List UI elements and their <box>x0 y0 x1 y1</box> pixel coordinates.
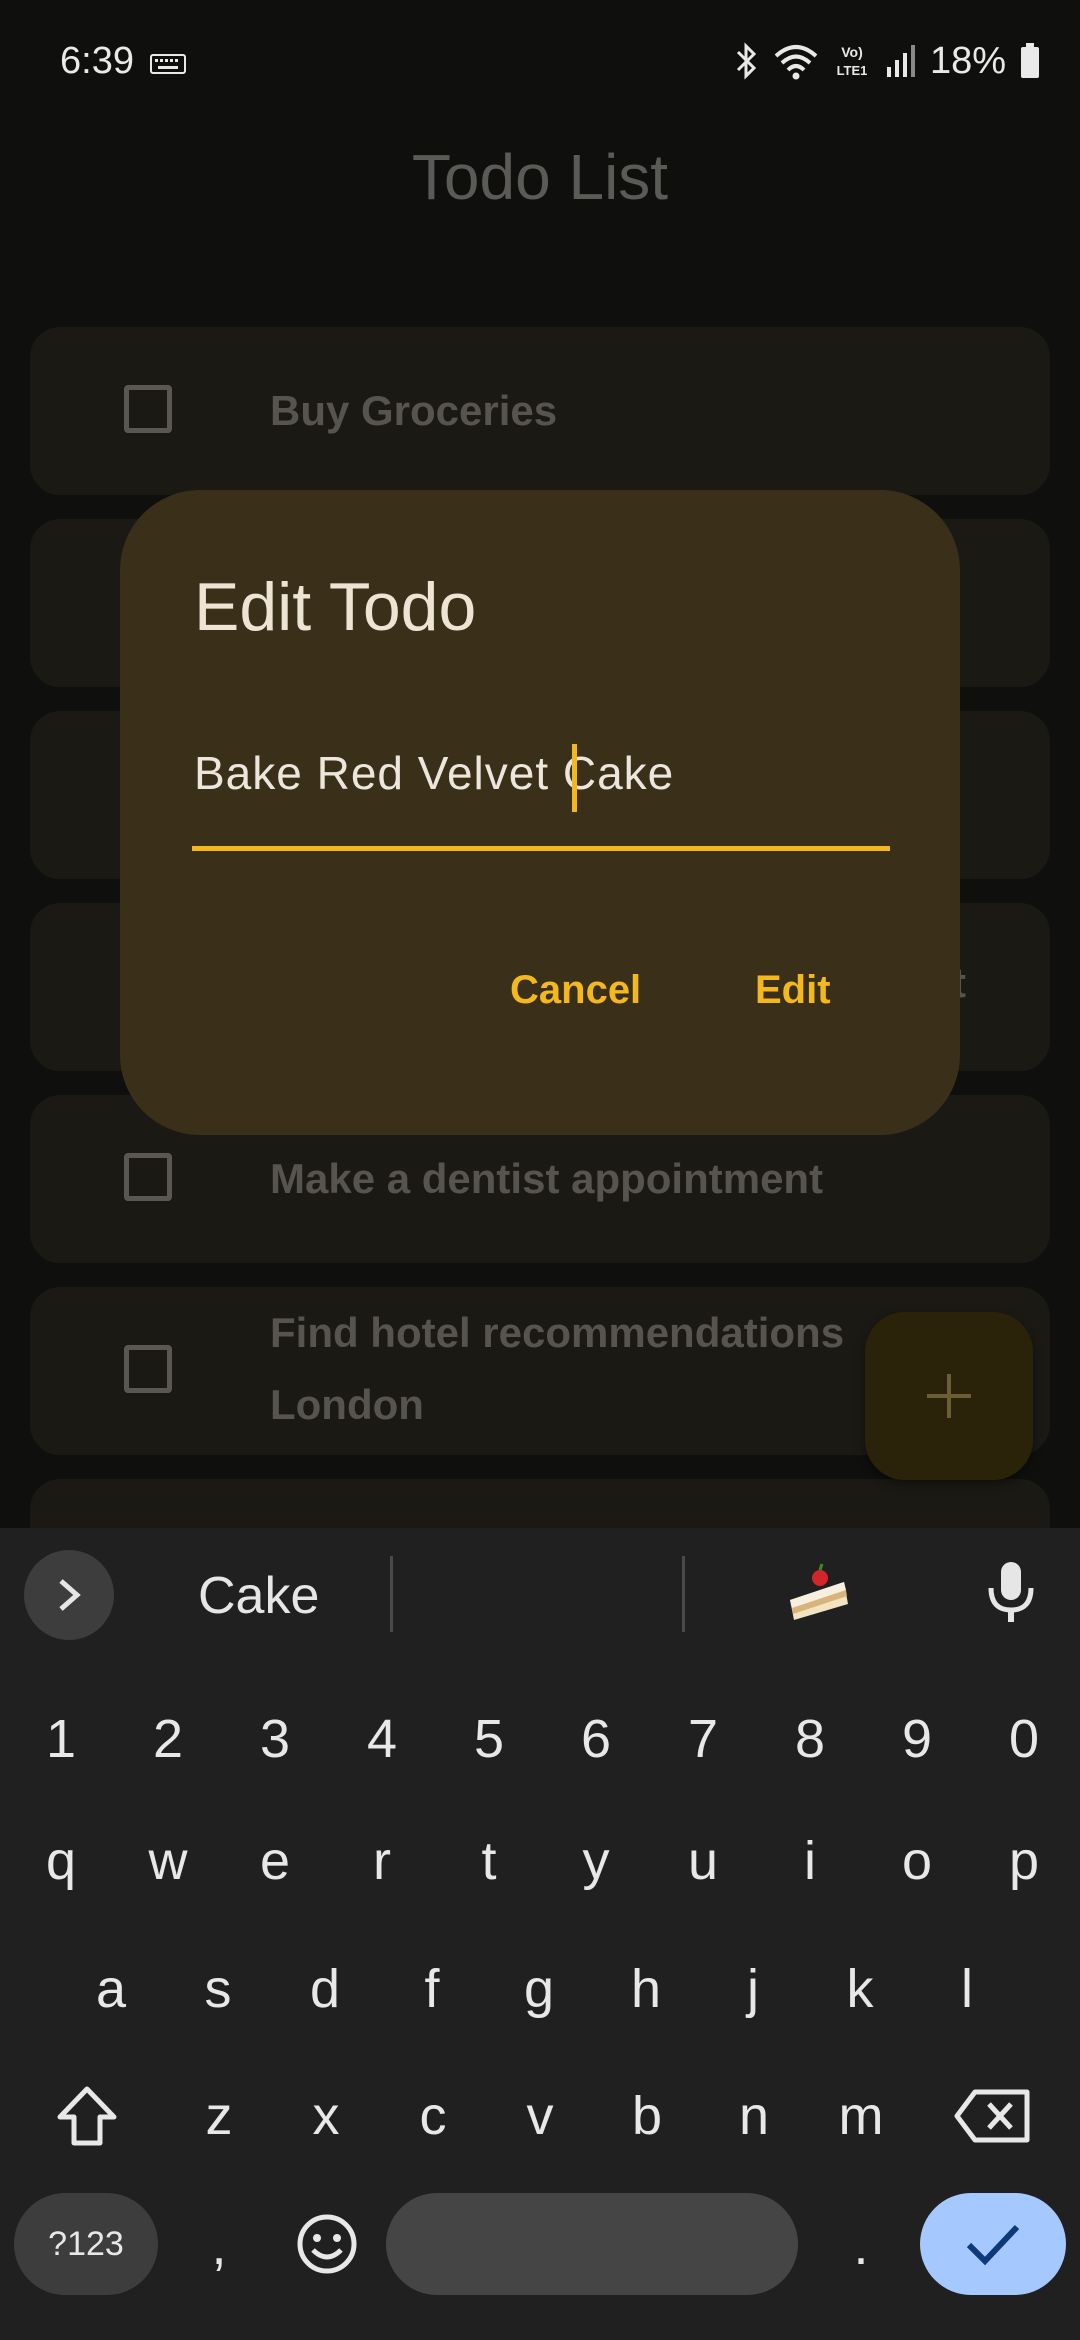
chevron-right-icon <box>59 1579 81 1611</box>
battery-icon <box>1021 43 1039 78</box>
battery-percentage: 18% <box>929 39 1006 82</box>
letter-key-q[interactable]: q <box>8 1808 114 1914</box>
number-key-9[interactable]: 9 <box>864 1686 970 1792</box>
checkmark-icon <box>966 2224 1020 2266</box>
letter-key-z[interactable]: z <box>166 2063 272 2169</box>
letter-key-i[interactable]: i <box>757 1808 863 1914</box>
letter-key-j[interactable]: j <box>700 1936 806 2042</box>
letter-key-r[interactable]: r <box>329 1808 435 1914</box>
letter-key-t[interactable]: t <box>436 1808 542 1914</box>
number-key-3[interactable]: 3 <box>222 1686 328 1792</box>
smiley-icon <box>297 2214 357 2274</box>
emoji-key[interactable] <box>276 2193 378 2295</box>
number-key-1[interactable]: 1 <box>8 1686 114 1792</box>
toolbar-expand-button[interactable] <box>24 1550 114 1640</box>
backspace-icon <box>954 2089 1030 2143</box>
todo-checkbox[interactable] <box>124 385 172 433</box>
letter-key-l[interactable]: l <box>914 1936 1020 2042</box>
letter-key-c[interactable]: c <box>380 2063 486 2169</box>
letter-key-k[interactable]: k <box>807 1936 913 2042</box>
letter-key-b[interactable]: b <box>594 2063 700 2169</box>
number-key-7[interactable]: 7 <box>650 1686 756 1792</box>
letter-key-e[interactable]: e <box>222 1808 328 1914</box>
status-icons: Vo) LTE1 18% <box>734 36 1040 86</box>
todo-label: Make a dentist appointment <box>270 1155 824 1202</box>
bluetooth-icon <box>736 42 757 80</box>
backspace-key[interactable] <box>940 2063 1046 2169</box>
status-bar: 6:39 Vo) LTE1 18% <box>0 0 1080 130</box>
todo-item[interactable]: Buy Groceries <box>30 327 1050 495</box>
letter-key-w[interactable]: w <box>115 1808 221 1914</box>
space-key[interactable] <box>386 2193 798 2295</box>
letter-key-a[interactable]: a <box>58 1936 164 2042</box>
text-cursor <box>572 744 577 812</box>
edit-button[interactable]: Edit <box>755 968 831 1013</box>
add-todo-button[interactable] <box>865 1312 1033 1480</box>
suggestion-1[interactable]: Cake <box>198 1566 319 1626</box>
letter-key-g[interactable]: g <box>486 1936 592 2042</box>
todo-label: Buy Groceries <box>270 387 558 434</box>
number-key-5[interactable]: 5 <box>436 1686 542 1792</box>
dialog-title: Edit Todo <box>194 569 477 645</box>
shift-icon <box>57 2086 117 2146</box>
suggestion-strip: Cake <box>0 1528 1080 1660</box>
signal-icon <box>886 45 915 77</box>
microphone-icon[interactable] <box>985 1558 1037 1628</box>
suggestion-divider <box>390 1556 393 1632</box>
todo-text-input[interactable]: Bake Red Velvet Cake <box>192 740 890 851</box>
cancel-button[interactable]: Cancel <box>510 968 641 1013</box>
letter-key-y[interactable]: y <box>543 1808 649 1914</box>
letter-key-s[interactable]: s <box>165 1936 271 2042</box>
shift-key[interactable] <box>34 2063 140 2169</box>
status-time: 6:39 <box>60 40 134 82</box>
svg-text:LTE1: LTE1 <box>837 63 868 78</box>
symbols-key[interactable]: ?123 <box>14 2193 158 2295</box>
letter-key-o[interactable]: o <box>864 1808 970 1914</box>
letter-key-m[interactable]: m <box>808 2063 914 2169</box>
soft-keyboard: Cake 1234567890 qwertyuiop asdfghjkl zxcvbn… <box>0 1528 1080 2340</box>
number-key-4[interactable]: 4 <box>329 1686 435 1792</box>
todo-checkbox[interactable] <box>124 1153 172 1201</box>
letter-key-h[interactable]: h <box>593 1936 699 2042</box>
keyboard-indicator-icon <box>150 54 186 74</box>
suggestion-divider <box>682 1556 685 1632</box>
letter-key-v[interactable]: v <box>487 2063 593 2169</box>
letter-key-u[interactable]: u <box>650 1808 756 1914</box>
number-key-6[interactable]: 6 <box>543 1686 649 1792</box>
letter-key-p[interactable]: p <box>971 1808 1077 1914</box>
letter-key-x[interactable]: x <box>273 2063 379 2169</box>
volte-icon: Vo) LTE1 <box>837 44 868 78</box>
number-key-8[interactable]: 8 <box>757 1686 863 1792</box>
letter-key-n[interactable]: n <box>701 2063 807 2169</box>
period-key[interactable]: . <box>808 2193 914 2299</box>
letter-key-d[interactable]: d <box>272 1936 378 2042</box>
plus-icon <box>927 1374 971 1418</box>
number-key-2[interactable]: 2 <box>115 1686 221 1792</box>
todo-label-line2: London <box>270 1381 424 1428</box>
letter-key-f[interactable]: f <box>379 1936 485 2042</box>
edit-todo-dialog: Edit Todo Bake Red Velvet Cake Cancel Ed… <box>120 490 960 1135</box>
svg-text:Vo): Vo) <box>841 44 863 60</box>
enter-key[interactable] <box>920 2193 1066 2295</box>
number-key-0[interactable]: 0 <box>971 1686 1077 1792</box>
todo-label: Find hotel recommendations <box>270 1309 845 1356</box>
cake-emoji-suggestion[interactable] <box>784 1560 854 1630</box>
comma-key[interactable]: , <box>166 2193 272 2299</box>
wifi-icon <box>774 45 818 80</box>
todo-text-value: Bake Red Velvet Cake <box>194 747 675 799</box>
app-title: Todo List <box>411 141 669 213</box>
todo-checkbox[interactable] <box>124 1345 172 1393</box>
